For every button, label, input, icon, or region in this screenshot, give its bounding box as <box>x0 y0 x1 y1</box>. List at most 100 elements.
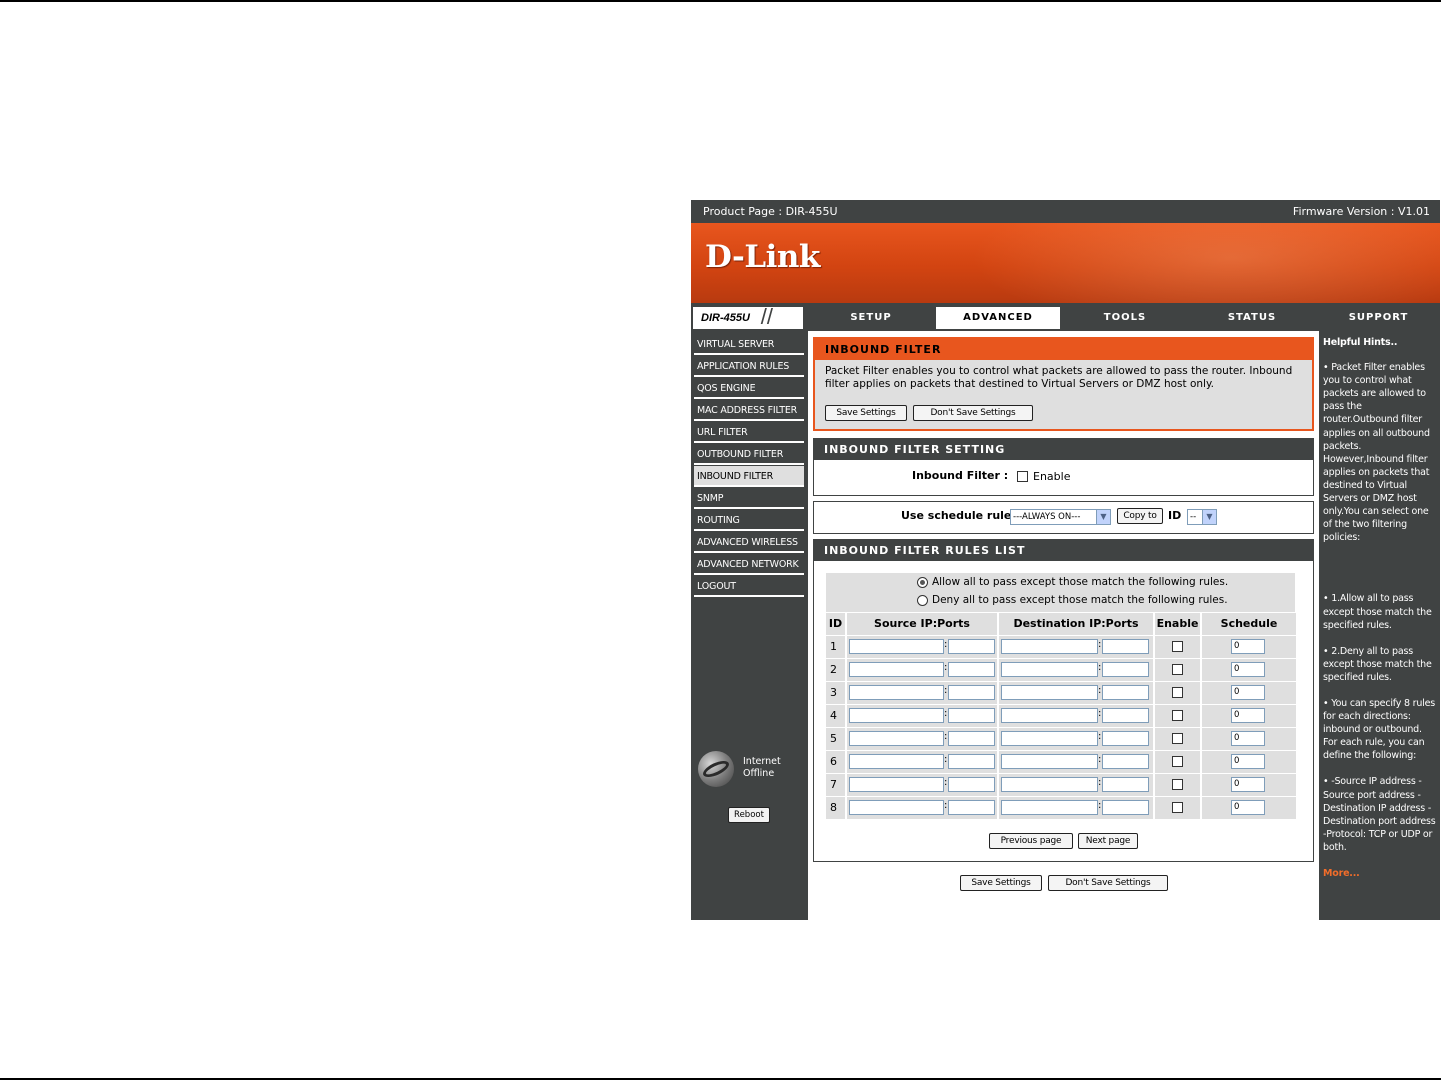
sidebar-item-application-rules[interactable]: APPLICATION RULES <box>694 356 804 377</box>
rule-enable-checkbox[interactable] <box>1172 687 1183 698</box>
inbound-filter-label: Inbound Filter : <box>912 469 1009 482</box>
dest-ip-input[interactable] <box>1001 731 1098 746</box>
source-ip-input[interactable] <box>849 777 944 792</box>
schedule-rule-input[interactable]: 0 <box>1231 662 1265 677</box>
dest-ip-input[interactable] <box>1001 685 1098 700</box>
source-ip-input[interactable] <box>849 754 944 769</box>
sidebar-item-snmp[interactable]: SNMP <box>694 488 804 509</box>
source-column-header: Source IP:Ports <box>847 613 997 635</box>
internet-offline-label: Offline <box>743 768 775 779</box>
reboot-button[interactable]: Reboot <box>728 807 770 823</box>
schedule-cell: 0 <box>1202 728 1296 750</box>
next-page-button[interactable]: Next page <box>1078 833 1138 849</box>
schedule-cell: 0 <box>1202 682 1296 704</box>
dest-ip-input[interactable] <box>1001 800 1098 815</box>
rule-enable-checkbox[interactable] <box>1172 802 1183 813</box>
copy-to-button[interactable]: Copy to <box>1117 508 1163 524</box>
schedule-rule-input[interactable]: 0 <box>1231 731 1265 746</box>
sidebar-item-routing[interactable]: ROUTING <box>694 510 804 531</box>
schedule-rule-input[interactable]: 0 <box>1231 777 1265 792</box>
schedule-rule-input[interactable]: 0 <box>1231 639 1265 654</box>
rule-enable-checkbox[interactable] <box>1172 641 1183 652</box>
dest-port-input[interactable] <box>1102 639 1149 654</box>
sidebar-item-inbound-filter[interactable]: INBOUND FILTER <box>694 466 804 487</box>
colon-separator: : <box>944 800 948 811</box>
tab-advanced[interactable]: ADVANCED <box>936 307 1060 329</box>
rule-enable-checkbox[interactable] <box>1172 664 1183 675</box>
source-ip-input[interactable] <box>849 639 944 654</box>
rule-id: 8 <box>826 797 845 819</box>
source-port-input[interactable] <box>948 754 995 769</box>
inbound-filter-intro-section: INBOUND FILTER Packet Filter enables you… <box>813 337 1314 431</box>
source-port-input[interactable] <box>948 800 995 815</box>
schedule-column-header: Schedule Rule# <box>1202 613 1296 652</box>
banner-sheen <box>971 223 1440 303</box>
sidebar-item-logout[interactable]: LOGOUT <box>694 576 804 597</box>
sidebar-item-outbound-filter[interactable]: OUTBOUND FILTER <box>694 444 804 465</box>
sidebar-item-url-filter[interactable]: URL FILTER <box>694 422 804 443</box>
dest-port-input[interactable] <box>1102 685 1149 700</box>
footer-dont-save-settings-button[interactable]: Don't Save Settings <box>1048 875 1168 891</box>
sidebar-item-advanced-network[interactable]: ADVANCED NETWORK <box>694 554 804 575</box>
sidebar-item-mac-address-filter[interactable]: MAC ADDRESS FILTER <box>694 400 804 421</box>
dest-ip-input[interactable] <box>1001 777 1098 792</box>
dont-save-settings-button[interactable]: Don't Save Settings <box>913 405 1033 421</box>
dest-ip-input[interactable] <box>1001 754 1098 769</box>
rule-enable-checkbox[interactable] <box>1172 779 1183 790</box>
dest-port-input[interactable] <box>1102 708 1149 723</box>
copy-to-id-select[interactable]: -- ▼ <box>1187 509 1217 525</box>
sidebar-item-advanced-wireless[interactable]: ADVANCED WIRELESS <box>694 532 804 553</box>
save-settings-button[interactable]: Save Settings <box>825 405 907 421</box>
dest-port-input[interactable] <box>1102 662 1149 677</box>
source-ip-input[interactable] <box>849 731 944 746</box>
deny-policy-radio[interactable] <box>917 595 928 606</box>
source-port-input[interactable] <box>948 685 995 700</box>
dest-port-input[interactable] <box>1102 800 1149 815</box>
source-ip-input[interactable] <box>849 708 944 723</box>
dest-port-input[interactable] <box>1102 754 1149 769</box>
inbound-filter-rules-section: INBOUND FILTER RULES LIST Allow all to p… <box>813 539 1314 862</box>
schedule-rule-input[interactable]: 0 <box>1231 708 1265 723</box>
sidebar-item-qos-engine[interactable]: QOS ENGINE <box>694 378 804 399</box>
schedule-rule-input[interactable]: 0 <box>1231 685 1265 700</box>
table-row: 6 : : 0 <box>826 751 1296 773</box>
destination-cell: : <box>999 774 1153 796</box>
rule-enable-checkbox[interactable] <box>1172 733 1183 744</box>
source-port-input[interactable] <box>948 777 995 792</box>
tab-support[interactable]: SUPPORT <box>1317 307 1440 329</box>
dest-ip-input[interactable] <box>1001 639 1098 654</box>
tab-tools[interactable]: TOOLS <box>1063 307 1187 329</box>
dest-ip-input[interactable] <box>1001 662 1098 677</box>
dest-port-input[interactable] <box>1102 777 1149 792</box>
rule-enable-checkbox[interactable] <box>1172 710 1183 721</box>
source-ip-input[interactable] <box>849 800 944 815</box>
dest-ip-input[interactable] <box>1001 708 1098 723</box>
tab-setup[interactable]: SETUP <box>809 307 933 329</box>
footer-save-settings-button[interactable]: Save Settings <box>960 875 1042 891</box>
schedule-rule-select[interactable]: ---ALWAYS ON--- ▼ <box>1010 509 1111 525</box>
source-port-input[interactable] <box>948 708 995 723</box>
schedule-rule-input[interactable]: 0 <box>1231 800 1265 815</box>
internet-label: Internet <box>743 756 781 767</box>
rule-enable-checkbox[interactable] <box>1172 756 1183 767</box>
rule-id: 3 <box>826 682 845 704</box>
source-ip-input[interactable] <box>849 662 944 677</box>
dlink-logo: D-Link <box>705 239 820 275</box>
schedule-cell: 0 <box>1202 636 1296 658</box>
rule-id: 4 <box>826 705 845 727</box>
tab-status[interactable]: STATUS <box>1190 307 1314 329</box>
model-label: DIR-455U // <box>693 305 803 329</box>
source-port-input[interactable] <box>948 662 995 677</box>
schedule-rule-input[interactable]: 0 <box>1231 754 1265 769</box>
source-port-input[interactable] <box>948 731 995 746</box>
sidebar-item-virtual-server[interactable]: VIRTUAL SERVER <box>694 334 804 355</box>
source-ip-input[interactable] <box>849 685 944 700</box>
dest-port-input[interactable] <box>1102 731 1149 746</box>
source-port-input[interactable] <box>948 639 995 654</box>
previous-page-button[interactable]: Previous page <box>989 833 1073 849</box>
colon-separator: : <box>944 639 948 650</box>
destination-cell: : <box>999 659 1153 681</box>
more-hints-link[interactable]: More... <box>1323 867 1438 880</box>
allow-policy-radio[interactable] <box>917 577 928 588</box>
inbound-filter-enable-checkbox[interactable] <box>1017 471 1028 482</box>
